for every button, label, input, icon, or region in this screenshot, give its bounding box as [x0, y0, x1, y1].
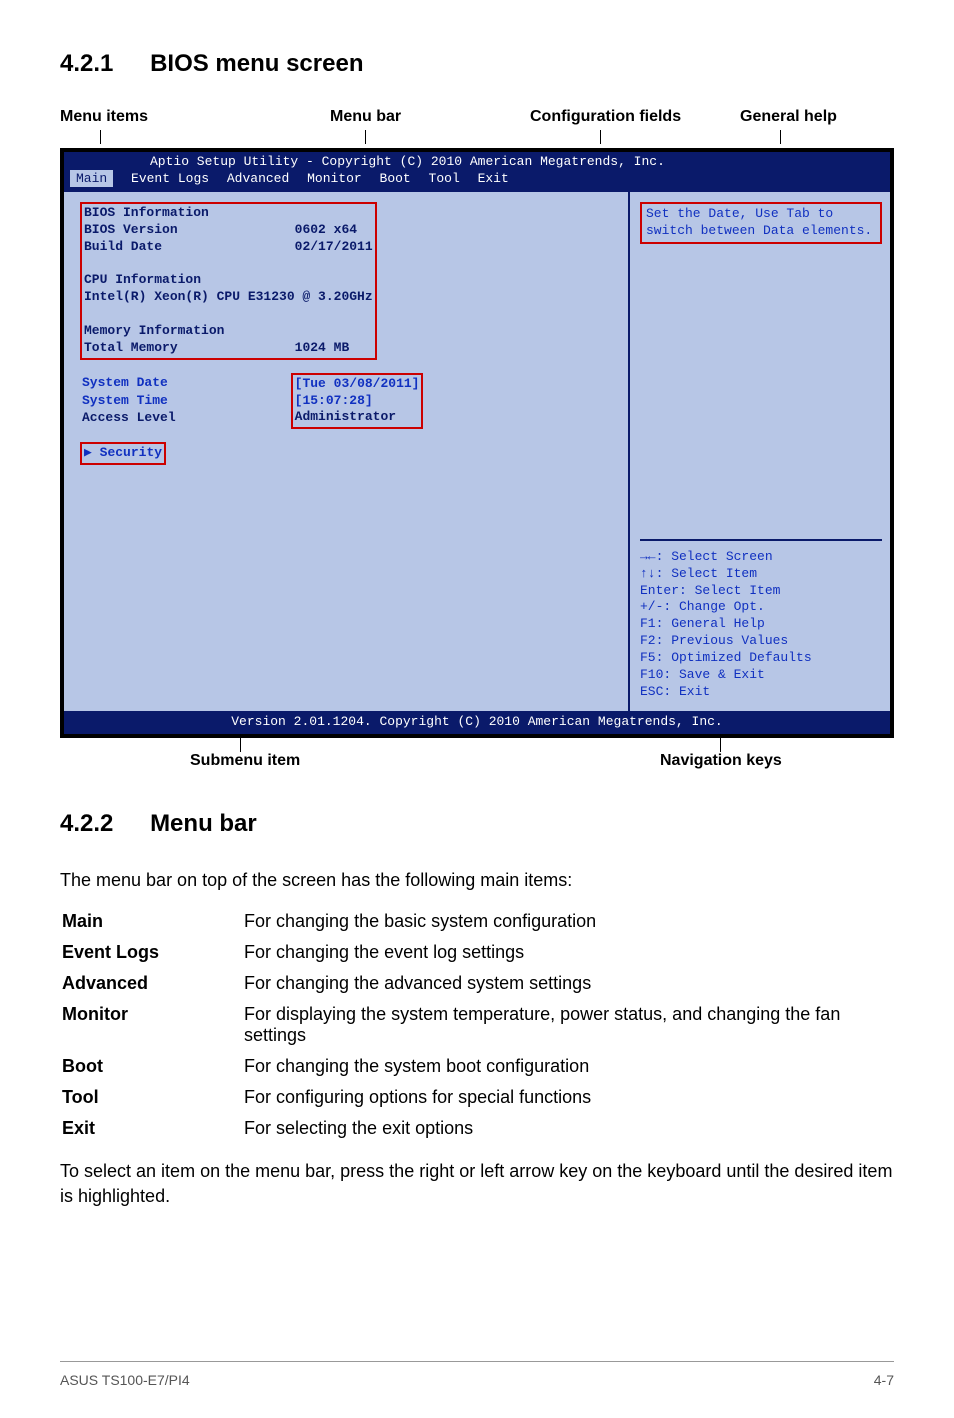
menubar-outro: To select an item on the menu bar, press…	[60, 1159, 894, 1209]
nav-change-opt: +/-: Change Opt.	[640, 599, 882, 616]
label-menu-bar: Menu bar	[330, 108, 401, 126]
diagram-bottom-labels: Submenu item Navigation keys	[60, 738, 894, 770]
menu-tool[interactable]: Tool	[429, 171, 460, 186]
bios-version-value: 0602 x64	[295, 222, 357, 237]
nav-save-exit: F10: Save & Exit	[640, 667, 882, 684]
menu-desc-tool: For configuring options for special func…	[244, 1083, 892, 1112]
menu-name-exit: Exit	[62, 1114, 242, 1143]
system-date-label[interactable]: System Date	[82, 375, 168, 390]
heading-number-2: 4.2.2	[60, 810, 113, 837]
menu-name-advanced: Advanced	[62, 969, 242, 998]
table-row: Exit For selecting the exit options	[62, 1114, 892, 1143]
nav-general-help: F1: General Help	[640, 616, 882, 633]
table-row: Tool For configuring options for special…	[62, 1083, 892, 1112]
label-navigation-keys: Navigation keys	[660, 752, 782, 770]
table-row: Main For changing the basic system confi…	[62, 907, 892, 936]
diagram-top-labels: Menu items Menu bar Configuration fields…	[60, 108, 894, 128]
help-line-1: Set the Date, Use Tab to	[646, 206, 876, 223]
general-help-box: Set the Date, Use Tab to switch between …	[640, 202, 882, 244]
total-memory-value: 1024 MB	[295, 340, 350, 355]
build-date-label: Build Date	[84, 239, 162, 254]
total-memory-label: Total Memory	[84, 340, 178, 355]
nav-select-item: ↑↓: Select Item	[640, 566, 882, 583]
menu-name-eventlogs: Event Logs	[62, 938, 242, 967]
navigation-keys-box: →←: Select Screen ↑↓: Select Item Enter:…	[640, 539, 882, 701]
bios-screenshot: Aptio Setup Utility - Copyright (C) 2010…	[60, 148, 894, 738]
table-row: Advanced For changing the advanced syste…	[62, 969, 892, 998]
menu-boot[interactable]: Boot	[380, 171, 411, 186]
menu-desc-eventlogs: For changing the event log settings	[244, 938, 892, 967]
label-submenu-item: Submenu item	[190, 752, 300, 770]
help-line-2: switch between Data elements.	[646, 223, 876, 240]
nav-enter-select: Enter: Select Item	[640, 583, 882, 600]
build-date-value: 02/17/2011	[295, 239, 373, 254]
menubar-items-table: Main For changing the basic system confi…	[60, 905, 894, 1145]
heading-title-2: Menu bar	[150, 810, 257, 837]
bios-right-pane: Set the Date, Use Tab to switch between …	[630, 192, 890, 711]
memory-info-header: Memory Information	[84, 323, 224, 338]
access-level-value: Administrator	[295, 409, 396, 424]
footer-page-number: 4-7	[874, 1372, 894, 1388]
heading-menu-bar: 4.2.2 Menu bar	[60, 810, 894, 838]
heading-bios-menu-screen: 4.2.1 BIOS menu screen	[60, 50, 894, 78]
bios-left-pane: BIOS Information BIOS Version 0602 x64 B…	[64, 192, 630, 711]
bios-title-text: Aptio Setup Utility - Copyright (C) 2010…	[70, 154, 665, 169]
bios-setup-title: Aptio Setup Utility - Copyright (C) 2010…	[64, 152, 890, 171]
cpu-model-line: Intel(R) Xeon(R) CPU E31230 @ 3.20GHz	[84, 289, 373, 304]
menu-monitor[interactable]: Monitor	[307, 171, 362, 186]
menu-desc-exit: For selecting the exit options	[244, 1114, 892, 1143]
system-time-label[interactable]: System Time	[82, 393, 168, 408]
table-row: Boot For changing the system boot config…	[62, 1052, 892, 1081]
system-time-value[interactable]: [15:07:28]	[295, 393, 373, 408]
heading-title: BIOS menu screen	[150, 50, 363, 77]
bios-info-header: BIOS Information	[84, 205, 209, 220]
menu-exit[interactable]: Exit	[478, 171, 509, 186]
menu-desc-main: For changing the basic system configurat…	[244, 907, 892, 936]
menubar-intro: The menu bar on top of the screen has th…	[60, 868, 894, 893]
menu-advanced[interactable]: Advanced	[227, 171, 289, 186]
menu-name-main: Main	[62, 907, 242, 936]
menu-name-monitor: Monitor	[62, 1000, 242, 1050]
menu-desc-advanced: For changing the advanced system setting…	[244, 969, 892, 998]
bios-version-label: BIOS Version	[84, 222, 178, 237]
menu-desc-monitor: For displaying the system temperature, p…	[244, 1000, 892, 1050]
menu-event-logs[interactable]: Event Logs	[131, 171, 209, 186]
nav-previous-values: F2: Previous Values	[640, 633, 882, 650]
bios-version-footer: Version 2.01.1204. Copyright (C) 2010 Am…	[231, 714, 722, 729]
menu-name-boot: Boot	[62, 1052, 242, 1081]
footer-product: ASUS TS100-E7/PI4	[60, 1372, 190, 1388]
nav-esc-exit: ESC: Exit	[640, 684, 882, 701]
nav-optimized-defaults: F5: Optimized Defaults	[640, 650, 882, 667]
submenu-security[interactable]: Security	[100, 445, 162, 460]
submenu-pointer-icon: ▶	[84, 445, 100, 460]
page-footer: ASUS TS100-E7/PI4 4-7	[60, 1361, 894, 1388]
system-date-value[interactable]: [Tue 03/08/2011]	[295, 376, 420, 391]
heading-number: 4.2.1	[60, 50, 113, 77]
menu-desc-boot: For changing the system boot configurati…	[244, 1052, 892, 1081]
label-configuration-fields: Configuration fields	[530, 108, 681, 126]
table-row: Event Logs For changing the event log se…	[62, 938, 892, 967]
access-level-label: Access Level	[82, 410, 176, 425]
bios-footer-line: Version 2.01.1204. Copyright (C) 2010 Am…	[64, 711, 890, 734]
cpu-info-header: CPU Information	[84, 272, 201, 287]
bios-menu-bar: Main Event Logs Advanced Monitor Boot To…	[64, 171, 890, 191]
label-menu-items: Menu items	[60, 108, 148, 126]
menu-main[interactable]: Main	[70, 170, 113, 187]
nav-select-screen: →←: Select Screen	[640, 549, 882, 566]
label-general-help: General help	[740, 108, 837, 126]
diagram-top-ticks	[60, 130, 894, 148]
menu-name-tool: Tool	[62, 1083, 242, 1112]
table-row: Monitor For displaying the system temper…	[62, 1000, 892, 1050]
